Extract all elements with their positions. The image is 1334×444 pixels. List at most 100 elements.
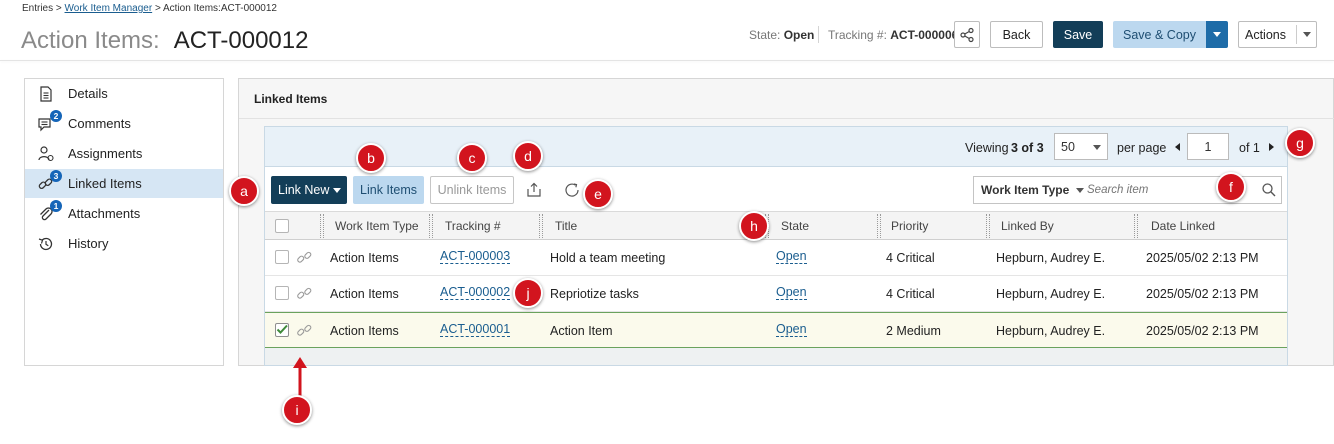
link-items-button[interactable]: Link Items xyxy=(353,176,424,204)
callout-b: b xyxy=(356,143,386,173)
table-row-selected[interactable]: Action Items ACT-000001 Action Item Open… xyxy=(265,312,1287,348)
viewing-count: 3 of 3 xyxy=(1011,141,1044,155)
page-title-id: ACT-000012 xyxy=(173,27,309,54)
column-resize-grip[interactable] xyxy=(539,214,543,238)
callout-a: a xyxy=(229,176,259,206)
per-page-label: per page xyxy=(1117,141,1167,155)
table-row[interactable]: Action Items ACT-000003 Hold a team meet… xyxy=(265,240,1287,276)
page-number-input[interactable]: 1 xyxy=(1187,133,1229,160)
sidebar-item-label: Attachments xyxy=(68,206,141,221)
per-page-select[interactable]: 50 xyxy=(1054,133,1108,160)
chevron-down-icon xyxy=(1213,32,1221,37)
cell-tracking-link[interactable]: ACT-000003 xyxy=(440,249,511,264)
column-resize-grip[interactable] xyxy=(429,214,433,238)
column-header-date-linked[interactable]: Date Linked xyxy=(1151,212,1215,240)
breadcrumb: Entries > Work Item Manager > Action Ite… xyxy=(22,3,277,14)
grid-toolbar: Link New Link Items Unlink Items Work It… xyxy=(265,167,1287,211)
save-button[interactable]: Save xyxy=(1053,21,1103,48)
column-resize-grip[interactable] xyxy=(877,214,881,238)
share-button[interactable] xyxy=(954,21,980,48)
cell-tracking-link[interactable]: ACT-000002 xyxy=(440,285,511,300)
cell-state-link[interactable]: Open xyxy=(776,285,807,300)
breadcrumb-separator: > xyxy=(55,3,62,14)
callout-c: c xyxy=(457,143,487,173)
callout-j: j xyxy=(513,278,543,308)
chevron-down-icon xyxy=(1303,32,1311,37)
row-checkbox[interactable] xyxy=(275,286,289,300)
column-header-linked-by[interactable]: Linked By xyxy=(1001,212,1054,240)
page-title: Action Items: ACT-000012 xyxy=(21,27,308,55)
sidebar: Details 2 Comments Assignments 3 Linked … xyxy=(24,78,224,366)
attachments-count-badge: 1 xyxy=(50,200,62,212)
row-checkbox[interactable] xyxy=(275,250,289,264)
save-copy-dropdown[interactable] xyxy=(1206,21,1228,48)
callout-e: e xyxy=(583,179,613,209)
export-button[interactable] xyxy=(521,176,547,204)
sidebar-item-comments[interactable]: 2 Comments xyxy=(25,109,223,138)
per-page-value: 50 xyxy=(1061,139,1075,154)
breadcrumb-current: Action Items:ACT-000012 xyxy=(163,3,277,14)
breadcrumb-root[interactable]: Entries xyxy=(22,3,53,14)
history-icon xyxy=(38,237,53,251)
cell-date-linked: 2025/05/02 2:13 PM xyxy=(1146,287,1259,301)
table-row[interactable]: Action Items ACT-000002 Repriotize tasks… xyxy=(265,276,1287,312)
unlink-items-button[interactable]: Unlink Items xyxy=(430,176,514,204)
search-filter-select[interactable]: Work Item Type xyxy=(981,183,1084,197)
previous-page-icon[interactable] xyxy=(1175,143,1180,151)
tracking-value: ACT-000006 xyxy=(890,27,959,42)
search-icon[interactable] xyxy=(1261,182,1277,198)
callout-f: f xyxy=(1216,172,1246,202)
pager: Viewing 3 of 3 50 per page 1 of 1 xyxy=(265,127,1287,167)
cell-linked-by: Hepburn, Audrey E. xyxy=(996,251,1106,265)
unlink-icon[interactable] xyxy=(296,322,313,339)
sidebar-item-history[interactable]: History xyxy=(25,229,223,258)
cell-state-link[interactable]: Open xyxy=(776,322,807,337)
sidebar-item-attachments[interactable]: 1 Attachments xyxy=(25,199,223,228)
column-header-work-item-type[interactable]: Work Item Type xyxy=(335,212,419,240)
cell-tracking-link[interactable]: ACT-000001 xyxy=(440,322,511,337)
linked-items-count-badge: 3 xyxy=(50,170,62,182)
column-resize-grip[interactable] xyxy=(986,214,990,238)
share-icon xyxy=(960,27,974,42)
next-page-icon[interactable] xyxy=(1269,143,1274,151)
refresh-icon xyxy=(565,183,579,197)
sidebar-item-linked-items[interactable]: 3 Linked Items xyxy=(25,169,223,198)
state-value: Open xyxy=(783,27,815,42)
row-checkbox-checked[interactable] xyxy=(275,323,289,337)
cell-state-link[interactable]: Open xyxy=(776,249,807,264)
cell-title: Hold a team meeting xyxy=(550,251,666,265)
column-header-state[interactable]: State xyxy=(781,212,809,240)
column-header-priority[interactable]: Priority xyxy=(891,212,928,240)
column-header-title[interactable]: Title xyxy=(555,212,577,240)
page-title-prefix: Action Items: xyxy=(21,27,160,54)
sidebar-item-label: Linked Items xyxy=(68,176,142,191)
checkmark-icon xyxy=(276,324,288,334)
chevron-down-icon xyxy=(333,187,342,193)
column-header-tracking[interactable]: Tracking # xyxy=(445,212,501,240)
export-icon xyxy=(527,182,541,197)
select-all-checkbox[interactable] xyxy=(275,219,289,233)
actions-label: Actions xyxy=(1245,27,1286,42)
cell-linked-by: Hepburn, Audrey E. xyxy=(996,324,1106,338)
column-resize-grip[interactable] xyxy=(1134,214,1138,238)
back-button[interactable]: Back xyxy=(990,21,1043,48)
callout-g: g xyxy=(1285,128,1315,158)
sidebar-item-details[interactable]: Details xyxy=(25,79,223,108)
linked-items-grid: Viewing 3 of 3 50 per page 1 of 1 Link N… xyxy=(264,126,1288,366)
cell-priority: 4 Critical xyxy=(886,287,935,301)
sidebar-item-assignments[interactable]: Assignments xyxy=(25,139,223,168)
page-total-label: of 1 xyxy=(1239,141,1260,155)
unlink-icon[interactable] xyxy=(296,285,313,302)
cell-work-item-type: Action Items xyxy=(330,287,399,301)
column-resize-grip[interactable] xyxy=(320,214,324,238)
sidebar-item-label: Comments xyxy=(68,116,131,131)
page-number-value: 1 xyxy=(1204,139,1212,154)
actions-menu[interactable]: Actions xyxy=(1238,21,1317,48)
link-new-button[interactable]: Link New xyxy=(271,176,347,204)
save-copy-button[interactable]: Save & Copy xyxy=(1113,21,1206,48)
breadcrumb-work-item-manager[interactable]: Work Item Manager xyxy=(65,3,153,14)
unlink-icon[interactable] xyxy=(296,249,313,266)
refresh-button[interactable] xyxy=(559,176,585,204)
cell-linked-by: Hepburn, Audrey E. xyxy=(996,287,1106,301)
cell-work-item-type: Action Items xyxy=(330,251,399,265)
